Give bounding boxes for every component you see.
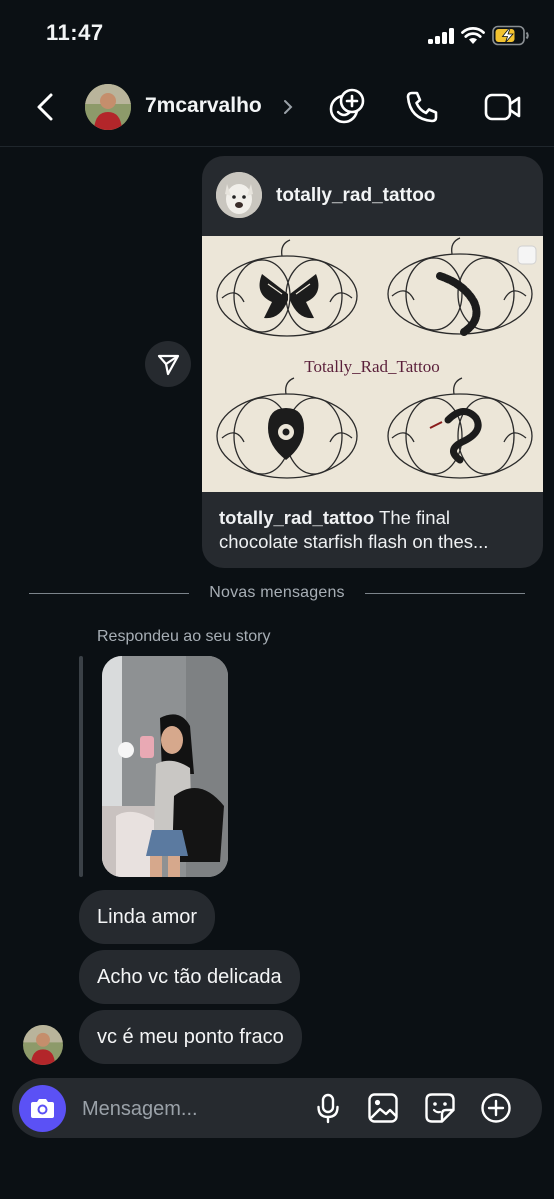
- signal-icon: [428, 28, 454, 44]
- microphone-icon[interactable]: [312, 1092, 344, 1124]
- send-post-icon[interactable]: [145, 341, 191, 387]
- gallery-icon[interactable]: [367, 1092, 399, 1124]
- shared-post-card[interactable]: totally_rad_tattoo Totally_Rad_Tattoo to…: [202, 156, 543, 568]
- post-image[interactable]: Totally_Rad_Tattoo: [202, 236, 543, 492]
- sticker-icon[interactable]: [424, 1092, 456, 1124]
- message-composer: [12, 1078, 542, 1140]
- video-camera-icon[interactable]: [484, 91, 522, 123]
- header-divider: [0, 146, 554, 147]
- status-time: 11:47: [46, 20, 104, 45]
- add-people-icon[interactable]: [328, 87, 366, 125]
- post-author-avatar[interactable]: [216, 172, 262, 218]
- post-caption[interactable]: totally_rad_tattoo The final chocolate s…: [219, 506, 534, 554]
- message-input[interactable]: [80, 1078, 304, 1140]
- story-reply-label: Respondeu ao seu story: [97, 628, 271, 645]
- message-bubble[interactable]: Acho vc tão delicada: [79, 950, 300, 1004]
- back-arrow-icon[interactable]: [33, 92, 57, 122]
- chevron-right-icon[interactable]: [282, 99, 294, 115]
- contact-username[interactable]: 7mcarvalho: [145, 94, 262, 118]
- post-author-name[interactable]: totally_rad_tattoo: [276, 185, 435, 207]
- new-messages-line-right: [365, 593, 525, 594]
- camera-button[interactable]: [19, 1085, 66, 1132]
- sender-avatar[interactable]: [23, 1025, 63, 1065]
- story-reply-bar: [79, 656, 83, 877]
- post-image-title: Totally_Rad_Tattoo: [304, 357, 440, 376]
- add-icon[interactable]: [480, 1092, 512, 1124]
- post-caption-user: totally_rad_tattoo: [219, 507, 375, 528]
- message-bubble[interactable]: Linda amor: [79, 890, 216, 944]
- story-thumbnail[interactable]: [102, 656, 228, 877]
- battery-icon: [492, 25, 529, 46]
- phone-icon[interactable]: [404, 89, 440, 125]
- wifi-icon: [461, 27, 485, 44]
- contact-avatar[interactable]: [85, 84, 131, 130]
- message-bubble[interactable]: vc é meu ponto fraco: [79, 1010, 302, 1064]
- camera-icon: [31, 1099, 54, 1118]
